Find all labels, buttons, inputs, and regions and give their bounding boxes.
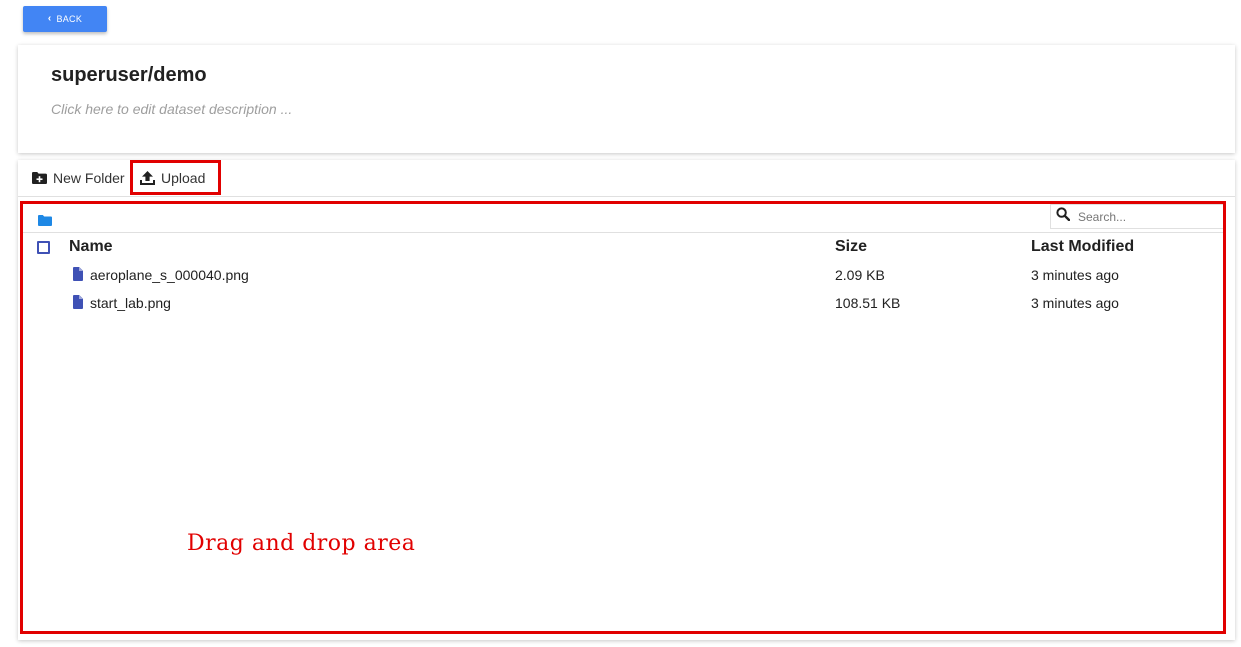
file-modified: 3 minutes ago xyxy=(1031,295,1119,311)
dataset-title: superuser/demo xyxy=(51,64,207,86)
new-folder-label: New Folder xyxy=(53,170,125,186)
drag-and-drop-label: Drag and drop area xyxy=(187,531,416,556)
file-size: 108.51 KB xyxy=(835,295,901,311)
select-all-cell xyxy=(37,233,50,261)
file-name[interactable]: aeroplane_s_000040.png xyxy=(90,267,249,283)
file-size: 2.09 KB xyxy=(835,267,885,283)
file-name[interactable]: start_lab.png xyxy=(90,295,171,311)
file-name-cell: aeroplane_s_000040.png xyxy=(73,261,249,289)
upload-icon xyxy=(140,170,155,185)
file-name-cell: start_lab.png xyxy=(73,289,171,317)
column-header-last-modified[interactable]: Last Modified xyxy=(1031,233,1134,261)
file-icon xyxy=(73,266,83,284)
column-header-size[interactable]: Size xyxy=(835,233,867,261)
search-icon xyxy=(1056,207,1071,226)
file-icon xyxy=(73,294,83,312)
folder-icon[interactable] xyxy=(38,213,52,231)
select-all-checkbox[interactable] xyxy=(37,240,50,254)
table-row[interactable]: aeroplane_s_000040.png 2.09 KB 3 minutes… xyxy=(23,261,1223,289)
file-toolbar: New Folder Upload xyxy=(18,160,1235,197)
dataset-description[interactable]: Click here to edit dataset description .… xyxy=(51,101,292,117)
breadcrumb xyxy=(23,204,1223,233)
upload-button[interactable]: Upload xyxy=(130,160,221,195)
new-folder-button[interactable]: New Folder xyxy=(32,160,125,196)
drag-and-drop-area[interactable]: Name Size Last Modified aeroplane_s_0000… xyxy=(20,201,1226,634)
table-header: Name Size Last Modified xyxy=(23,233,1223,261)
back-button-label: BACK xyxy=(56,14,83,24)
column-header-name[interactable]: Name xyxy=(69,233,113,261)
back-button[interactable]: ‹ BACK xyxy=(23,6,107,32)
file-browser: New Folder Upload Search... Name Size La… xyxy=(18,160,1235,640)
upload-label: Upload xyxy=(161,169,206,186)
file-modified: 3 minutes ago xyxy=(1031,267,1119,283)
table-row[interactable]: start_lab.png 108.51 KB 3 minutes ago xyxy=(23,289,1223,317)
chevron-left-icon: ‹ xyxy=(47,13,52,24)
dataset-header-card: superuser/demo Click here to edit datase… xyxy=(18,45,1235,153)
folder-plus-icon xyxy=(32,172,47,184)
search-box[interactable] xyxy=(1050,204,1223,229)
search-input[interactable] xyxy=(1078,209,1208,224)
